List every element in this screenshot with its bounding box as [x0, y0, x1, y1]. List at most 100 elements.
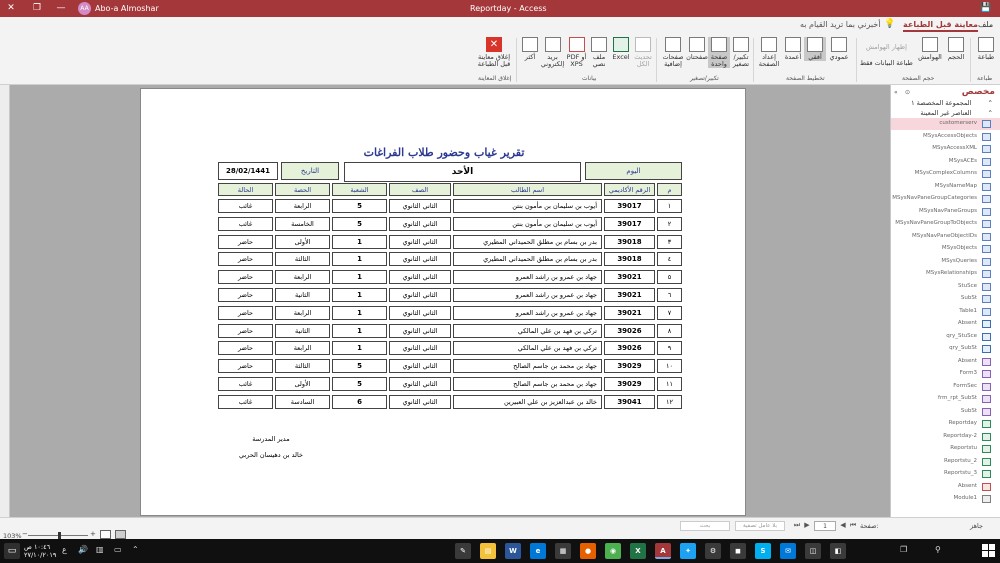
- nav-item-form[interactable]: Absent: [891, 356, 1000, 368]
- taskbar-app-explorer-icon[interactable]: ▦: [555, 543, 571, 559]
- nav-item-report[interactable]: Reportday-2: [891, 431, 1000, 443]
- nav-pane-title[interactable]: مخصص: [895, 87, 995, 97]
- nav-item-table[interactable]: MSysNameMap: [891, 181, 1000, 193]
- nav-item-table[interactable]: MSysNavPaneGroupCategories: [891, 193, 1000, 205]
- tab-file[interactable]: ملف: [978, 20, 993, 29]
- nav-group-unassigned[interactable]: العناصر غير المعينة ⌃: [893, 109, 993, 117]
- taskbar-app-excel-icon[interactable]: X: [630, 543, 646, 559]
- landscape-button[interactable]: أفقي: [804, 37, 826, 61]
- one-page-button[interactable]: صفحة واحدة: [708, 37, 730, 68]
- close-window-button[interactable]: ✕: [0, 0, 22, 17]
- taskbar-app-firefox-icon[interactable]: ●: [580, 543, 596, 559]
- nav-item-form[interactable]: Form3: [891, 368, 1000, 380]
- page-number-input[interactable]: 1: [814, 521, 836, 531]
- text-file-button[interactable]: ملف نصي: [588, 37, 610, 68]
- more-export-button[interactable]: أكثر: [520, 37, 540, 61]
- user-name[interactable]: Abo-a Almoshar: [95, 0, 159, 17]
- print-preview-view-icon[interactable]: [115, 530, 126, 539]
- pdf-xps-button[interactable]: PDF أو XPS: [565, 37, 588, 68]
- columns-button[interactable]: أعمدة: [782, 37, 804, 61]
- refresh-all-button[interactable]: تحديث الكل: [632, 37, 654, 68]
- zoom-slider-thumb[interactable]: [57, 532, 61, 539]
- nav-item-table[interactable]: MSysNavPaneGroupToObjects: [891, 218, 1000, 230]
- excel-export-button[interactable]: Excel: [610, 37, 632, 61]
- minimize-window-button[interactable]: —: [50, 0, 72, 17]
- nav-item-table[interactable]: MSysComplexColumns: [891, 168, 1000, 180]
- restore-window-button[interactable]: ❐: [26, 0, 48, 17]
- vertical-scrollbar[interactable]: [0, 85, 10, 517]
- nav-item-report[interactable]: Reportstu: [891, 443, 1000, 455]
- two-pages-button[interactable]: صفحتان: [686, 37, 708, 61]
- tab-print-preview[interactable]: معاينة قبل الطباعة: [903, 20, 978, 32]
- close-preview-button[interactable]: ✕ إغلاق معاينة قبل الطباعة: [474, 37, 514, 68]
- taskbar-app-access-icon[interactable]: A: [655, 543, 671, 559]
- battery-icon[interactable]: ▭: [114, 545, 122, 554]
- taskbar-app-weather-icon[interactable]: ◧: [830, 543, 846, 559]
- nav-item-table[interactable]: SubSt: [891, 293, 1000, 305]
- report-view-icon[interactable]: [100, 530, 111, 539]
- nav-item-table[interactable]: MSysNavPaneGroups: [891, 206, 1000, 218]
- nav-item-form[interactable]: frm_rpt_SubSt: [891, 393, 1000, 405]
- taskbar-app-twitter-icon[interactable]: ✦: [680, 543, 696, 559]
- nav-item-table[interactable]: MSysQueries: [891, 256, 1000, 268]
- notification-center-icon[interactable]: ▭: [4, 543, 20, 559]
- tray-chevron-icon[interactable]: ⌃: [132, 545, 139, 554]
- print-data-only-checkbox[interactable]: طباعة البيانات فقط: [860, 59, 913, 67]
- clock[interactable]: ١٠:٤٦ ص ٢٧/١٠/٢٠١٩: [24, 543, 56, 559]
- nav-item-query[interactable]: qry_SubSt: [891, 343, 1000, 355]
- nav-item-table[interactable]: MSysNavPaneObjectIDs: [891, 231, 1000, 243]
- nav-item-query[interactable]: qry_StuSce: [891, 331, 1000, 343]
- language-indicator[interactable]: ع: [62, 545, 67, 554]
- nav-item-module[interactable]: Module1: [891, 493, 1000, 505]
- nav-item-table[interactable]: StuSce: [891, 281, 1000, 293]
- network-icon[interactable]: ▥: [96, 545, 104, 554]
- search-icon[interactable]: ⚲: [935, 545, 941, 554]
- taskbar-app-word-icon[interactable]: W: [505, 543, 521, 559]
- nav-item-table[interactable]: MSysAccessXML: [891, 143, 1000, 155]
- more-pages-button[interactable]: صفحات إضافية: [660, 37, 686, 68]
- prev-page-button[interactable]: ◀: [838, 521, 848, 530]
- email-button[interactable]: بريد إلكتروني: [540, 37, 565, 68]
- size-button[interactable]: الحجم: [944, 37, 968, 61]
- tell-me-input[interactable]: أخبرني بما تريد القيام به: [800, 20, 880, 29]
- taskbar-app-files-icon[interactable]: ▤: [480, 543, 496, 559]
- nav-item-table[interactable]: customerserv: [891, 118, 1000, 130]
- zoom-in-button[interactable]: +: [90, 530, 96, 538]
- taskbar-app-chrome-icon[interactable]: ◉: [605, 543, 621, 559]
- nav-item-report[interactable]: Reportstu_2: [891, 456, 1000, 468]
- taskbar-app-photos-icon[interactable]: ◫: [805, 543, 821, 559]
- task-view-icon[interactable]: ❐: [900, 545, 907, 554]
- no-filter-indicator[interactable]: بلا عامل تصفية: [735, 521, 785, 531]
- taskbar-app-store-icon[interactable]: ◼: [730, 543, 746, 559]
- nav-item-table[interactable]: MSysAccessObjects: [891, 131, 1000, 143]
- nav-item-table[interactable]: Table1: [891, 306, 1000, 318]
- print-button[interactable]: طباعة: [974, 37, 998, 61]
- nav-item-report[interactable]: Reportday: [891, 418, 1000, 430]
- next-page-button[interactable]: ▶: [802, 521, 812, 530]
- nav-item-macro[interactable]: Absent: [891, 481, 1000, 493]
- start-button[interactable]: [982, 544, 996, 558]
- last-page-button[interactable]: ⏭: [792, 521, 802, 530]
- nav-item-report[interactable]: Reportstu_3: [891, 468, 1000, 480]
- zoom-out-button[interactable]: −: [22, 530, 28, 538]
- show-margins-checkbox[interactable]: إظهار الهوامش: [866, 43, 907, 51]
- search-input[interactable]: بحث: [680, 521, 730, 531]
- nav-item-query[interactable]: Absent: [891, 318, 1000, 330]
- save-icon[interactable]: 💾: [978, 0, 994, 17]
- margins-button[interactable]: الهوامش: [916, 37, 944, 61]
- avatar[interactable]: AA: [78, 2, 91, 15]
- zoom-button[interactable]: تكبير/ تصغير: [730, 37, 752, 68]
- nav-item-table[interactable]: MSysObjects: [891, 243, 1000, 255]
- taskbar-app-notepad-icon[interactable]: ✎: [455, 543, 471, 559]
- page-setup-button[interactable]: إعداد الصفحة: [756, 37, 782, 68]
- first-page-button[interactable]: ⏮: [848, 521, 858, 530]
- portrait-button[interactable]: عمودي: [826, 37, 852, 61]
- nav-item-table[interactable]: MSysRelationships: [891, 268, 1000, 280]
- nav-item-form[interactable]: FormSec: [891, 381, 1000, 393]
- nav-group-custom[interactable]: المجموعة المخصصة ١ ⌃: [893, 99, 993, 107]
- taskbar-app-skype-icon[interactable]: S: [755, 543, 771, 559]
- taskbar-app-edge-icon[interactable]: e: [530, 543, 546, 559]
- nav-item-form[interactable]: SubSt: [891, 406, 1000, 418]
- taskbar-app-settings-icon[interactable]: ⚙: [705, 543, 721, 559]
- nav-item-table[interactable]: MSysACEs: [891, 156, 1000, 168]
